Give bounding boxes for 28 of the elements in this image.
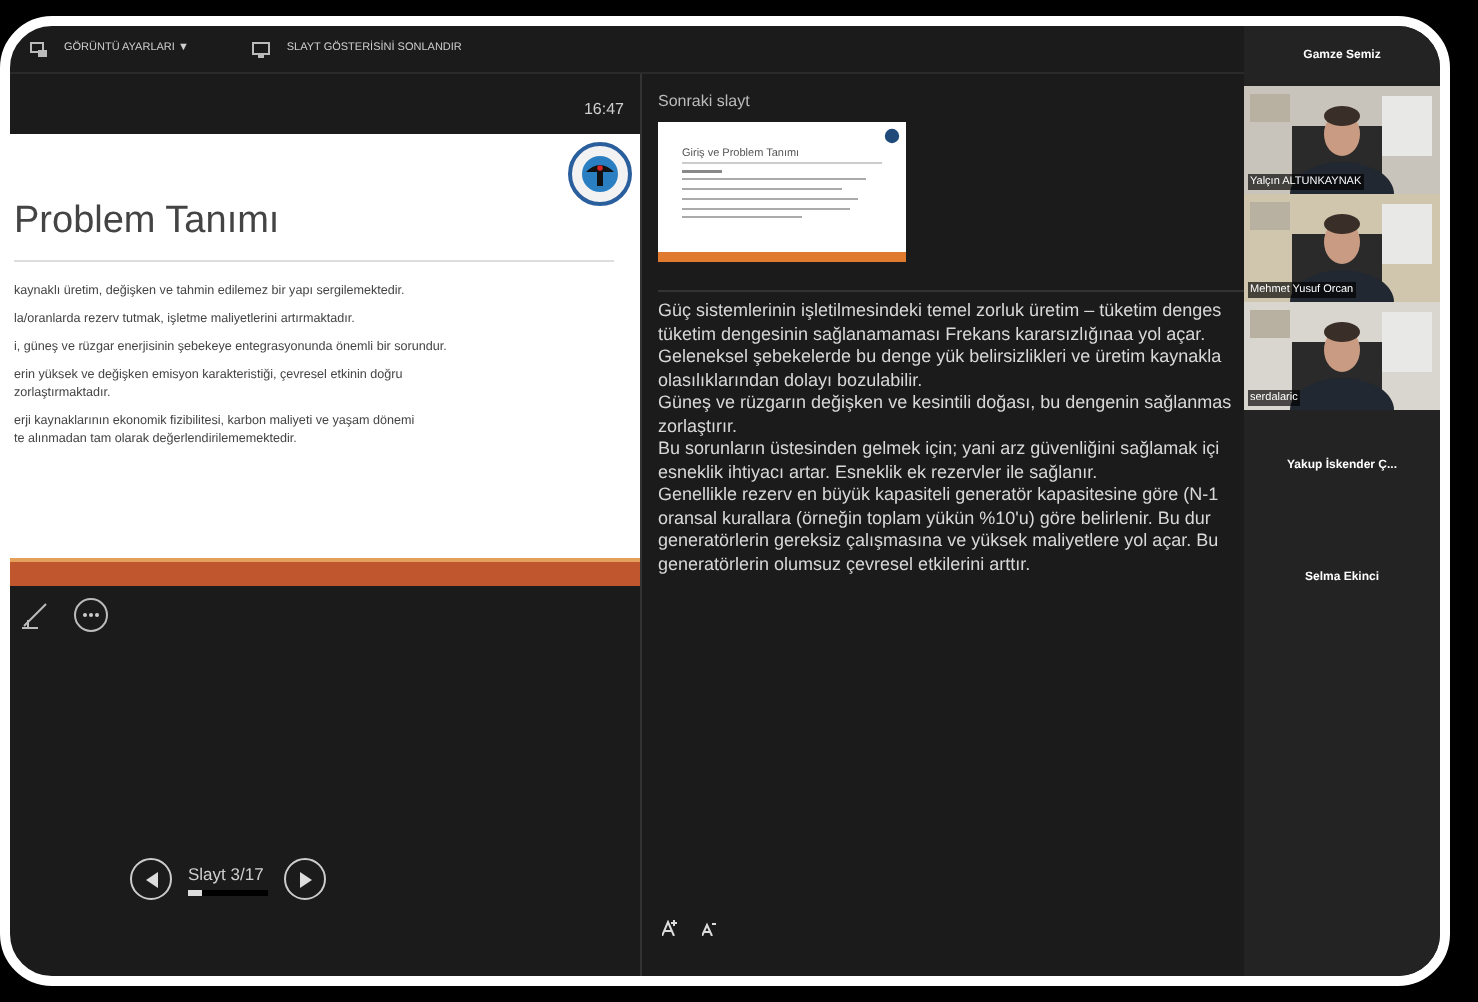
speaker-note-line: olasılıklarından dolayı bozulabilir. — [658, 369, 925, 392]
increase-font-icon[interactable] — [662, 920, 678, 936]
speaker-note-line: zorlaştırır. — [658, 415, 740, 438]
more-options-button[interactable] — [74, 598, 108, 632]
speaker-note-line: oransal kurallara (örneğin toplam yükün %10'u) göre belirlenir. Bu dur — [658, 507, 1213, 530]
slide-counter: Slayt 3/17 — [188, 861, 266, 887]
speaker-note-line: esneklik ihtiyacı artar. Esneklik ek rezervler ile sağlanır. — [658, 461, 1100, 484]
university-logo-icon — [884, 128, 900, 144]
clock-time: 16:47 — [583, 98, 624, 122]
next-slide-button[interactable] — [284, 858, 326, 900]
ellipsis-icon — [82, 612, 100, 618]
pen-icon[interactable] — [22, 601, 50, 629]
previous-slide-button[interactable] — [130, 858, 172, 900]
screen-icon — [252, 41, 271, 57]
decrease-font-icon[interactable] — [702, 922, 716, 936]
next-slide-label: Sonraki slayt — [658, 90, 752, 114]
speaker-note-line: generatörlerin olumsuz çevresel etkilerini arttır. — [658, 553, 1033, 576]
speaker-note-line: Güç sistemlerinin işletilmesindeki temel zorluk üretim – tüketim denges — [658, 300, 1224, 323]
speaker-note-line: Genellikle rezerv en büyük kapasiteli generatör kapasitesine göre (N-1 — [658, 484, 1221, 507]
display-icon — [30, 41, 48, 57]
speaker-note-line: tüketim dengesinin sağlanamaması Frekans kararsızlığınaa yol açar. — [658, 323, 1208, 346]
university-logo-icon — [568, 142, 632, 206]
speaker-note-line: Bu sorunların üstesinden gelmek için; yani arz güvenliğini sağlamak içi — [658, 438, 1222, 461]
speaker-note-line: generatörlerin gereksiz çalışmasına ve yüksek maliyetlere yol açar. Bu — [658, 530, 1221, 553]
triangle-left-icon — [145, 871, 157, 887]
triangle-right-icon — [299, 871, 311, 887]
speaker-note-line: Geleneksel şebekelerde bu denge yük belirsizlikleri ve üretim kaynakla — [658, 346, 1224, 369]
speaker-note-line: Güneş ve rüzgarın değişken ve kesintili doğası, bu dengenin sağlanmas — [658, 392, 1234, 415]
